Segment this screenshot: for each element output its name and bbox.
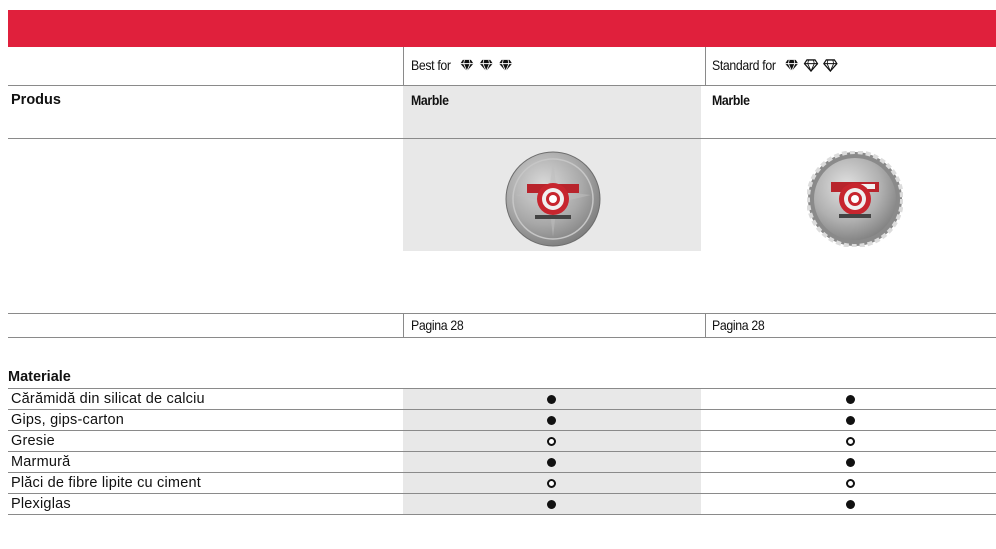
- full-suitability-icon: [845, 415, 855, 425]
- product-1-cell: [403, 473, 701, 494]
- divider: [8, 85, 996, 86]
- full-suitability-icon: [547, 457, 556, 467]
- best-for-label: Best for: [411, 57, 513, 73]
- full-suitability-icon: [845, 499, 855, 509]
- material-row: Plăci de fibre lipite cu ciment: [8, 473, 996, 494]
- divider: [8, 138, 996, 139]
- filled-diamond-icon: [459, 59, 474, 72]
- product-1-cell: [403, 494, 701, 515]
- column-divider: [705, 313, 706, 337]
- product-1-cell: [403, 431, 701, 452]
- outline-diamond-icon: [822, 59, 838, 72]
- product-label: Produs: [11, 92, 61, 108]
- material-name: Cărămidă din silicat de calciu: [11, 391, 205, 407]
- product-2-cell: [705, 431, 996, 452]
- standard-for-rating: [784, 59, 838, 72]
- best-for-rating: [459, 59, 513, 72]
- product-1-cell: [403, 452, 701, 473]
- full-suitability-icon: [845, 394, 855, 404]
- column-divider: [403, 47, 404, 85]
- material-row: Marmură: [8, 452, 996, 473]
- materials-title: Materiale: [8, 369, 71, 385]
- product-2-name: Marble: [712, 92, 750, 108]
- filled-diamond-icon: [479, 59, 493, 72]
- full-suitability-icon: [547, 415, 556, 425]
- partial-suitability-icon: [845, 436, 855, 446]
- partial-suitability-icon: [547, 436, 556, 446]
- product-2-page: Pagina 28: [712, 317, 765, 333]
- product-1-name: Marble: [411, 92, 449, 108]
- column-divider: [705, 47, 706, 85]
- full-suitability-icon: [845, 457, 855, 467]
- product-2-cell: [705, 473, 996, 494]
- material-row: Plexiglas: [8, 494, 996, 515]
- material-name: Plăci de fibre lipite cu ciment: [11, 475, 201, 491]
- divider: [8, 313, 996, 314]
- filled-diamond-icon: [784, 59, 798, 72]
- product-2-cell: [705, 389, 996, 410]
- material-name: Marmură: [11, 454, 71, 470]
- product-2-cell: [705, 452, 996, 473]
- partial-suitability-icon: [547, 478, 556, 488]
- standard-for-label: Standard for: [712, 57, 838, 73]
- product-2-disc-image: [807, 151, 903, 247]
- material-row: Gresie: [8, 431, 996, 452]
- full-suitability-icon: [547, 394, 556, 404]
- material-name: Gips, gips-carton: [11, 412, 124, 428]
- product-1-disc-image: [505, 151, 601, 247]
- full-suitability-icon: [547, 499, 556, 509]
- column-divider: [403, 313, 404, 337]
- material-name: Plexiglas: [11, 496, 71, 512]
- row-divider: [8, 514, 996, 515]
- material-row: Gips, gips-carton: [8, 410, 996, 431]
- product-2-cell: [705, 410, 996, 431]
- product-1-cell: [403, 410, 701, 431]
- product-2-cell: [705, 494, 996, 515]
- product-1-page: Pagina 28: [411, 317, 464, 333]
- product-1-cell: [403, 389, 701, 410]
- material-name: Gresie: [11, 433, 55, 449]
- material-row: Cărămidă din silicat de calciu: [8, 389, 996, 410]
- partial-suitability-icon: [845, 478, 855, 488]
- filled-diamond-icon: [498, 59, 512, 72]
- header-red-bar: [8, 10, 996, 47]
- divider: [8, 337, 996, 338]
- outline-diamond-icon: [803, 59, 819, 72]
